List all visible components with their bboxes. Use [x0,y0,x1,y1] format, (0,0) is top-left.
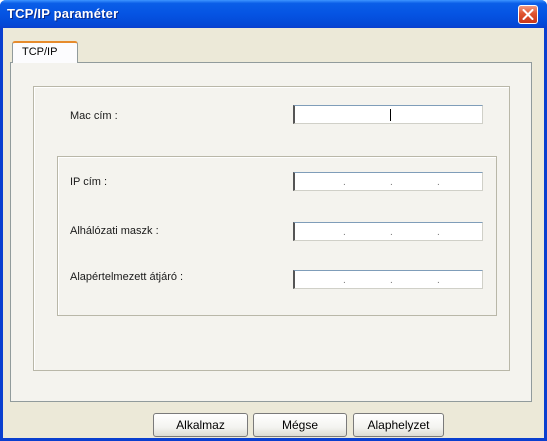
gateway-separator: . [390,275,393,286]
title-bar[interactable]: TCP/IP paraméter [0,0,547,28]
apply-button[interactable]: Alkalmaz [153,413,248,437]
mac-label: Mac cím : [70,110,118,122]
subnet-mask-field[interactable]: . . . [293,222,483,241]
tab-tcpip-label: TCP/IP [22,46,58,58]
subnet-separator: . [343,227,346,238]
cancel-button[interactable]: Mégse [253,413,347,437]
gateway-label: Alapértelmezett átjáró : [70,271,184,283]
subnet-separator: . [437,227,440,238]
gateway-separator: . [437,275,440,286]
close-icon [522,9,534,20]
close-button[interactable] [518,5,538,24]
ip-separator: . [437,177,440,188]
ip-address-field[interactable]: . . . [293,172,483,191]
ip-label: IP cím : [70,176,108,188]
ip-separator: . [343,177,346,188]
ip-separator: . [390,177,393,188]
subnet-separator: . [390,227,393,238]
default-gateway-field[interactable]: . . . [293,270,483,289]
tab-tcpip[interactable]: TCP/IP [12,41,78,63]
text-caret [390,109,391,121]
mac-address-field[interactable] [293,105,483,124]
window-title: TCP/IP paraméter [7,6,119,21]
reset-default-button[interactable]: Alaphelyzet [353,413,444,437]
gateway-separator: . [343,275,346,286]
subnet-label: Alhálózati maszk : [70,225,159,237]
